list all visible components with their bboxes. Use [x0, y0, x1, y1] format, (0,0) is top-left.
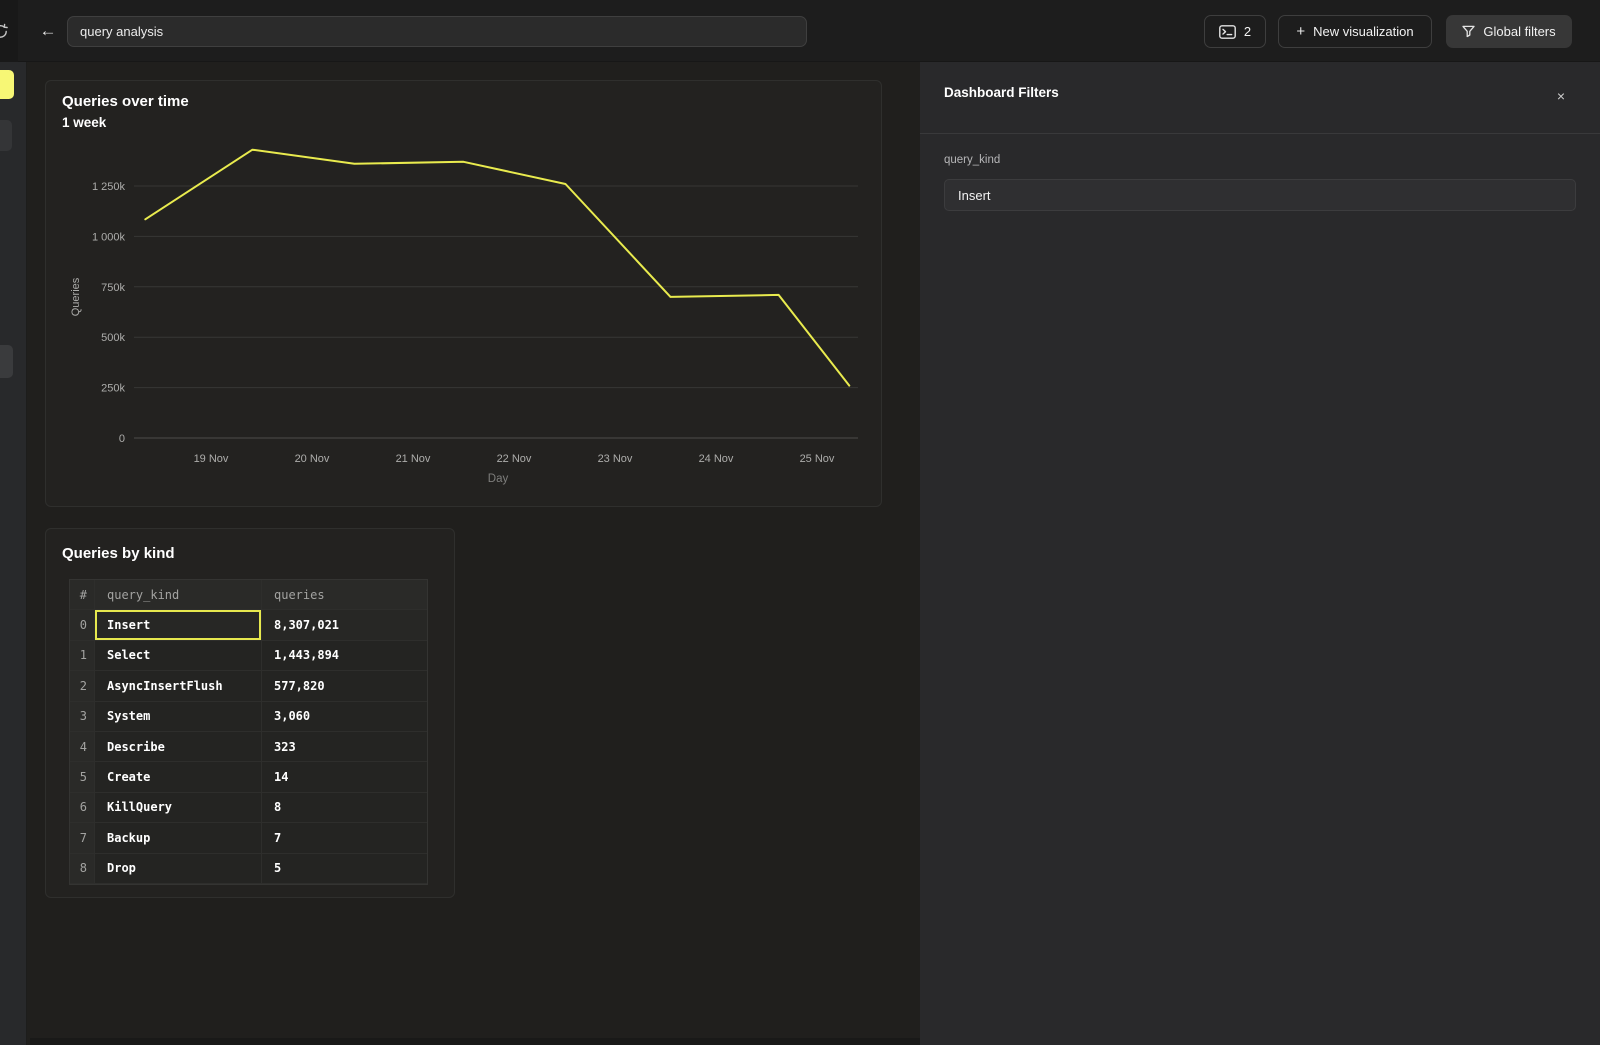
x-axis-title: Day [488, 473, 509, 485]
left-rail [0, 62, 27, 1045]
cell-query-kind[interactable]: KillQuery [95, 793, 262, 823]
row-index: 8 [70, 854, 95, 884]
y-tick-label: 250k [101, 383, 125, 395]
chart-card-queries-over-time: Queries over time 1 week 0 250k 500k 750k 1 … [45, 80, 882, 507]
app-window: ← 2 + New visualization Global fi [0, 0, 1600, 1045]
cell-queries[interactable]: 7 [262, 823, 427, 853]
close-panel-button[interactable]: × [1551, 86, 1571, 106]
y-tick-label: 1 250k [92, 181, 126, 193]
cell-query-kind[interactable]: Create [95, 762, 262, 792]
next-card-edge [30, 1038, 920, 1045]
x-tick-label: 24 Nov [699, 453, 734, 465]
cell-query-kind[interactable]: Describe [95, 732, 262, 762]
refresh-icon[interactable] [0, 23, 9, 40]
plus-icon: + [1296, 23, 1305, 40]
y-tick-label: 0 [119, 433, 125, 445]
row-index: 1 [70, 641, 95, 671]
y-tick-label: 750k [101, 282, 125, 294]
cell-query-kind[interactable]: Select [95, 641, 262, 671]
row-index: 4 [70, 732, 95, 762]
cell-queries[interactable]: 1,443,894 [262, 641, 427, 671]
row-index: 6 [70, 793, 95, 823]
row-index: 5 [70, 762, 95, 792]
x-tick-label: 25 Nov [800, 453, 835, 465]
chart-subtitle: 1 week [62, 115, 106, 130]
back-button[interactable]: ← [38, 21, 58, 41]
x-tick-label: 20 Nov [295, 453, 330, 465]
close-icon: × [1557, 88, 1565, 104]
column-header-queries[interactable]: queries [262, 580, 427, 610]
row-index: 0 [70, 610, 95, 640]
queries-line-series [145, 150, 849, 386]
console-icon [1219, 25, 1236, 39]
new-visualization-label: New visualization [1313, 24, 1413, 39]
new-visualization-button[interactable]: + New visualization [1278, 15, 1432, 48]
rail-item-active[interactable] [0, 70, 14, 99]
x-tick-label: 22 Nov [497, 453, 532, 465]
funnel-icon [1462, 25, 1475, 38]
query-kind-filter-input[interactable] [944, 179, 1576, 211]
global-filters-label: Global filters [1483, 24, 1555, 39]
queries-by-kind-table: #query_kindqueries 0Insert8,307,021 1Selec… [69, 579, 428, 885]
topbar: ← 2 + New visualization Global fi [0, 0, 1600, 62]
x-tick-label: 19 Nov [194, 453, 229, 465]
row-index: 7 [70, 823, 95, 853]
arrow-left-icon: ← [40, 21, 57, 40]
queries-over-time-chart[interactable]: 0 250k 500k 750k 1 000k 1 250k 19 Nov 20 Nov 21 … [46, 136, 883, 488]
x-tick-label: 23 Nov [598, 453, 633, 465]
cell-queries[interactable]: 8 [262, 793, 427, 823]
cell-queries[interactable]: 5 [262, 854, 427, 884]
column-header-index[interactable]: # [70, 580, 95, 610]
filters-panel-title: Dashboard Filters [944, 85, 1059, 100]
dashboard-filters-panel: Dashboard Filters × query_kind [920, 62, 1600, 1045]
cell-queries[interactable]: 577,820 [262, 671, 427, 701]
y-tick-label: 1 000k [92, 231, 126, 243]
cell-query-kind[interactable]: Backup [95, 823, 262, 853]
y-axis-title: Queries [70, 277, 82, 316]
cell-query-kind[interactable]: AsyncInsertFlush [95, 671, 262, 701]
y-tick-label: 500k [101, 332, 125, 344]
cell-query-kind[interactable]: Insert [95, 610, 262, 640]
sql-console-button[interactable]: 2 [1204, 15, 1266, 48]
cell-query-kind[interactable]: Drop [95, 854, 262, 884]
table-title: Queries by kind [62, 545, 175, 562]
chart-title: Queries over time [62, 93, 189, 110]
x-tick-label: 21 Nov [396, 453, 431, 465]
dashboard-title-input[interactable] [67, 16, 807, 47]
rail-item[interactable] [0, 120, 12, 151]
console-count: 2 [1244, 24, 1251, 39]
row-index: 3 [70, 702, 95, 732]
cell-queries[interactable]: 8,307,021 [262, 610, 427, 640]
rail-item[interactable] [0, 345, 13, 378]
table-card-queries-by-kind: Queries by kind #query_kindqueries 0Inser… [45, 528, 455, 898]
divider [920, 133, 1600, 134]
cell-queries[interactable]: 323 [262, 732, 427, 762]
global-filters-button[interactable]: Global filters [1446, 15, 1572, 48]
cell-query-kind[interactable]: System [95, 702, 262, 732]
cell-queries[interactable]: 14 [262, 762, 427, 792]
column-header-query-kind[interactable]: query_kind [95, 580, 262, 610]
topbar-left-notch [0, 0, 18, 62]
cell-queries[interactable]: 3,060 [262, 702, 427, 732]
row-index: 2 [70, 671, 95, 701]
dashboard-canvas: Queries over time 1 week 0 250k 500k 750k 1 … [27, 62, 920, 1045]
filter-field-label: query_kind [944, 154, 1000, 166]
